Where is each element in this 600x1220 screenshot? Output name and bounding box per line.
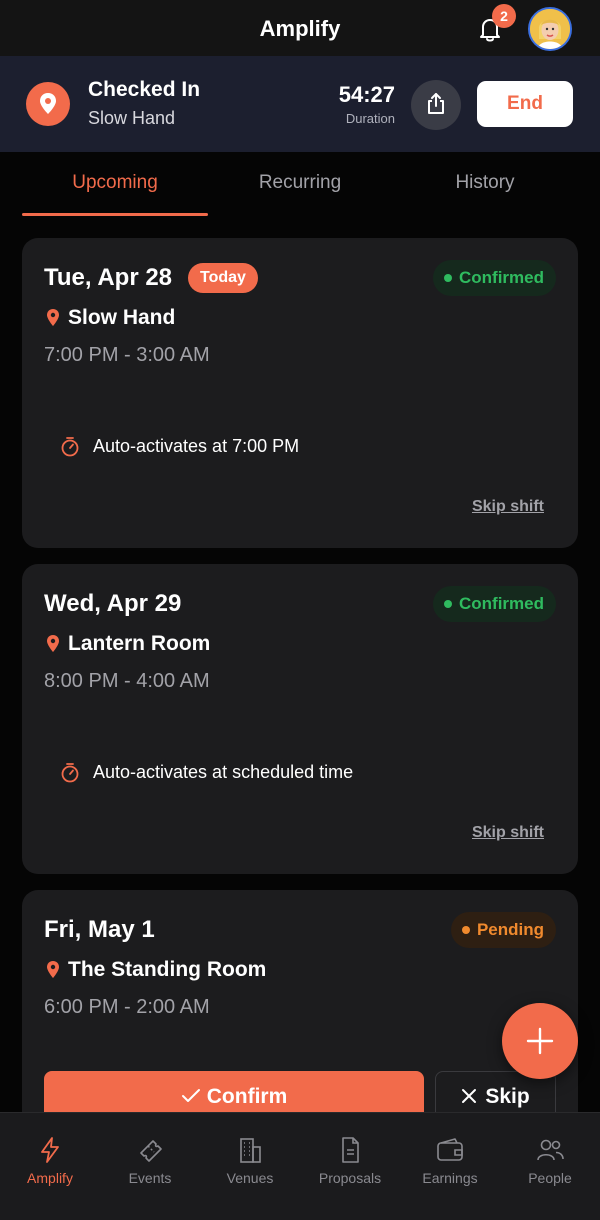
shift-card[interactable]: Fri, May 1 Pending The Standing Room 6:0… (22, 890, 578, 1150)
timer-icon (61, 763, 79, 783)
bolt-icon (41, 1137, 59, 1163)
shift-tabs: Upcoming Recurring History (0, 152, 600, 220)
shift-venue: The Standing Room (68, 958, 267, 981)
duration-label: Duration (345, 111, 395, 126)
auto-activate-text: Auto-activates at scheduled time (93, 762, 354, 782)
skip-shift-link[interactable]: Skip shift (472, 824, 544, 842)
tab-recurring[interactable]: Recurring (207, 172, 393, 194)
confirm-label: Confirm (206, 1085, 288, 1108)
tab-history[interactable]: History (392, 172, 578, 194)
shift-time: 6:00 PM - 2:00 AM (44, 996, 210, 1018)
checked-in-status: Checked In (88, 78, 201, 101)
nav-label: Venues (226, 1170, 274, 1186)
user-avatar[interactable] (528, 7, 572, 51)
shift-date: Fri, May 1 (44, 916, 155, 943)
checked-in-venue: Slow Hand (88, 108, 176, 128)
nav-label: Events (128, 1170, 172, 1186)
nav-label: Proposals (318, 1170, 382, 1186)
status-badge: Pending (450, 912, 556, 948)
status-label: Confirmed (459, 268, 544, 287)
skip-shift-link[interactable]: Skip shift (472, 498, 544, 516)
location-pin-icon (47, 961, 59, 978)
shift-date: Tue, Apr 28 (44, 264, 173, 291)
nav-label: Earnings (422, 1170, 478, 1186)
status-badge: Confirmed (433, 260, 556, 296)
status-label: Pending (476, 920, 544, 939)
location-pin-icon (47, 309, 59, 326)
nav-item-people[interactable]: People (500, 1135, 600, 1186)
app-screen: Amplify 2 Checked In Slow Hand 54:27 Dur… (0, 0, 600, 1220)
check-icon (181, 1089, 200, 1102)
ticket-icon (140, 1140, 162, 1162)
checked-in-banner: Checked In Slow Hand 54:27 Duration End (0, 56, 600, 152)
status-dot (444, 600, 452, 608)
top-bar: Amplify 2 (0, 0, 600, 56)
nav-label: People (528, 1170, 572, 1186)
auto-activate-text: Auto-activates at 7:00 PM (93, 436, 300, 456)
notification-badge: 2 (492, 4, 516, 28)
duration-timer: 54:27 (338, 82, 395, 107)
nav-item-earnings[interactable]: Earnings (400, 1135, 500, 1186)
shift-date: Wed, Apr 29 (44, 590, 182, 617)
nav-item-venues[interactable]: Venues (200, 1135, 300, 1186)
wallet-icon (437, 1138, 463, 1161)
tab-upcoming[interactable]: Upcoming (22, 172, 208, 194)
skip-label: Skip (485, 1085, 530, 1108)
shift-venue: Lantern Room (68, 632, 211, 655)
shift-card[interactable]: Wed, Apr 29 Confirmed Lantern Room 8:00 … (22, 564, 578, 874)
today-badge: Today (188, 263, 258, 293)
add-shift-button[interactable] (502, 1003, 578, 1079)
end-shift-button[interactable]: End (477, 81, 573, 127)
document-icon (342, 1137, 359, 1163)
status-badge: Confirmed (433, 586, 556, 622)
nav-item-proposals[interactable]: Proposals (300, 1135, 400, 1186)
shift-time: 8:00 PM - 4:00 AM (44, 670, 210, 692)
shift-venue: Slow Hand (68, 306, 176, 329)
shift-time: 7:00 PM - 3:00 AM (44, 344, 210, 366)
location-pin-icon (26, 82, 70, 126)
status-label: Confirmed (459, 594, 544, 613)
active-tab-indicator (22, 213, 208, 216)
close-icon (462, 1089, 477, 1103)
shift-card[interactable]: Tue, Apr 28 Today Confirmed Slow Hand 7:… (22, 238, 578, 548)
timer-icon (61, 437, 79, 457)
status-dot (444, 274, 452, 282)
location-pin-icon (47, 635, 59, 652)
status-dot (461, 926, 470, 934)
nav-label: Amplify (27, 1170, 73, 1186)
nav-item-amplify[interactable]: Amplify (0, 1135, 100, 1186)
bottom-nav: Amplify Events Venues Proposals Earnings… (0, 1112, 600, 1220)
building-icon (240, 1138, 261, 1163)
people-icon (537, 1139, 564, 1161)
plus-icon (526, 1027, 554, 1055)
share-button[interactable] (411, 80, 461, 130)
nav-item-events[interactable]: Events (100, 1135, 200, 1186)
share-icon (428, 93, 444, 114)
